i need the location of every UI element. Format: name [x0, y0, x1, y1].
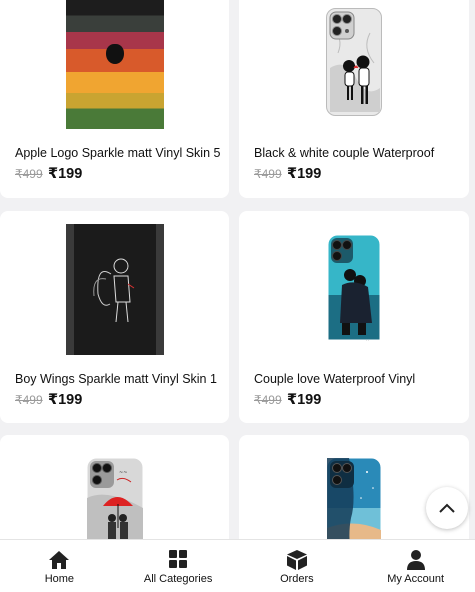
current-price: ₹199	[287, 166, 322, 182]
product-price: ₹499 ₹199	[15, 392, 82, 408]
home-icon	[49, 551, 70, 569]
old-price: ₹499	[254, 167, 282, 181]
old-price: ₹499	[15, 167, 43, 181]
nav-categories-label: All Categories	[143, 573, 213, 585]
chevron-up-icon	[439, 503, 455, 513]
nav-orders[interactable]: Orders	[238, 540, 357, 592]
nav-orders-label: Orders	[280, 573, 314, 585]
svg-text:~~: ~~	[119, 470, 127, 476]
user-icon	[406, 550, 425, 570]
old-price: ₹499	[15, 393, 43, 407]
box-icon	[286, 550, 307, 570]
product-card[interactable]: . . Couple love Waterproof Vinyl ₹499 ₹1…	[239, 211, 469, 423]
nav-account-label: My Account	[387, 573, 445, 585]
current-price: ₹199	[48, 392, 83, 408]
nav-home[interactable]: Home	[0, 540, 119, 592]
current-price: ₹199	[287, 392, 322, 408]
grid-icon	[169, 550, 188, 568]
product-card[interactable]: Black & white couple Waterproof ₹499 ₹19…	[239, 0, 469, 198]
svg-text:. .: . .	[366, 338, 369, 342]
nav-my-account[interactable]: My Account	[356, 540, 475, 592]
boy-wings-skin-image	[65, 224, 164, 355]
apple-logo-icon	[105, 43, 124, 64]
old-price: ₹499	[254, 393, 282, 407]
current-price: ₹199	[48, 166, 83, 182]
product-card[interactable]: Boy Wings Sparkle matt Vinyl Skin 1 ₹499…	[0, 211, 229, 423]
nav-home-label: Home	[44, 573, 75, 585]
product-price: ₹499 ₹199	[254, 166, 321, 182]
scroll-top-button[interactable]	[426, 487, 468, 529]
bw-couple-phone-image	[326, 8, 382, 116]
product-card[interactable]: Apple Logo Sparkle matt Vinyl Skin 5 ₹49…	[0, 0, 229, 198]
product-title: Apple Logo Sparkle matt Vinyl Skin 5	[15, 146, 220, 160]
product-title: Black & white couple Waterproof	[254, 146, 435, 160]
nav-all-categories[interactable]: All Categories	[119, 540, 238, 592]
apple-logo-skin-image	[65, 0, 164, 129]
product-price: ₹499 ₹199	[15, 166, 82, 182]
product-price: ₹499 ₹199	[254, 392, 321, 408]
product-title: Boy Wings Sparkle matt Vinyl Skin 1	[15, 372, 217, 386]
bottom-nav: Home All Categories Orders My Account	[0, 539, 475, 592]
couple-love-phone-image: . .	[328, 235, 380, 343]
product-title: Couple love Waterproof Vinyl	[254, 372, 416, 386]
